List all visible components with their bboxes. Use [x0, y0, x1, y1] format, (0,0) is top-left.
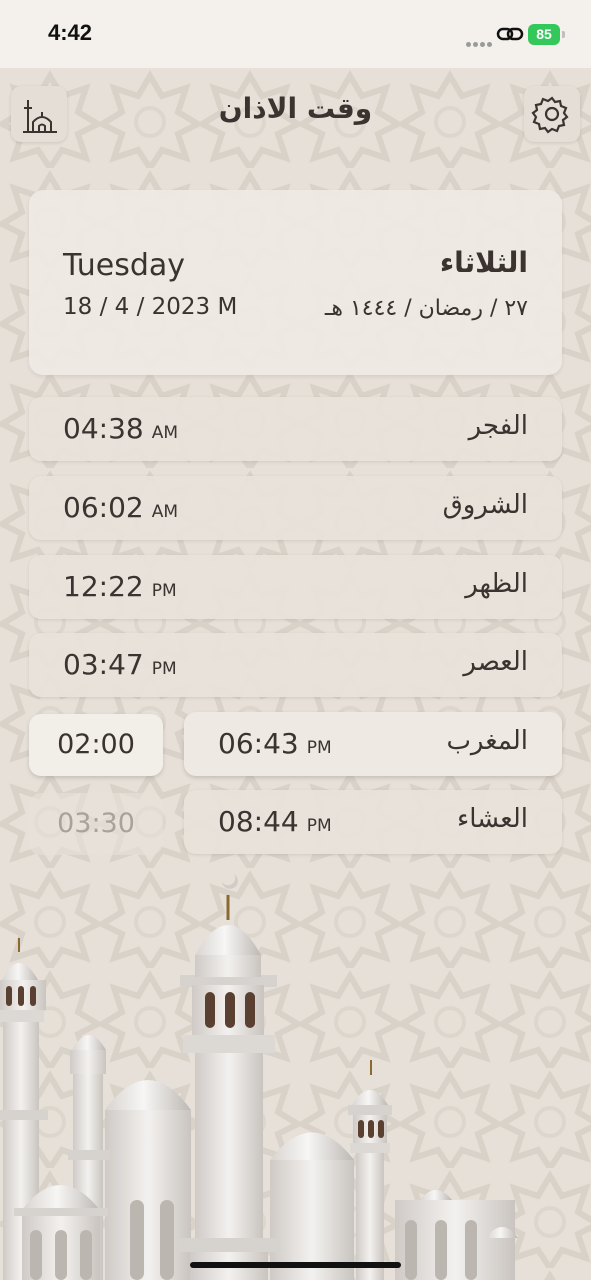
status-time: 4:42 [48, 20, 93, 45]
prayer-name: العشاء [456, 804, 528, 834]
prayer-name: الظهر [465, 569, 528, 599]
prayer-name: العصر [463, 647, 528, 677]
prayer-time: 03:47 [63, 648, 144, 681]
time-suffix: PM [151, 659, 177, 679]
prayer-row-maghrib: 06:43 PM المغرب [184, 712, 562, 776]
maghrib-countdown[interactable]: 02:00 [29, 714, 163, 776]
settings-button[interactable] [524, 86, 580, 142]
isha-countdown[interactable]: 03:30 [29, 793, 163, 855]
battery-indicator: 85 [528, 24, 560, 45]
gregorian-date: 18 / 4 / 2023 M [63, 294, 238, 320]
signal-icon [466, 32, 494, 47]
battery-tip [562, 31, 565, 38]
prayer-row-isha: 08:44 PM العشاء [184, 790, 562, 854]
prayer-time: 06:43 [218, 727, 299, 760]
prayer-row-dhuhr: 12:22 PM الظهر [29, 555, 562, 619]
prayer-name: الشروق [442, 490, 528, 520]
date-card: Tuesday 18 / 4 / 2023 M الثلاثاء ٢٧ / رم… [29, 190, 562, 375]
gregorian-day: Tuesday [63, 248, 186, 283]
prayer-time: 04:38 [63, 412, 144, 445]
link-icon [496, 27, 524, 41]
prayer-name: المغرب [446, 726, 528, 756]
time-suffix: AM [151, 502, 178, 522]
mosque-illustration [0, 874, 518, 1280]
hijri-date: ٢٧ / رمضان / ١٤٤٤ هـ [324, 296, 528, 321]
time-suffix: AM [151, 423, 178, 443]
time-suffix: PM [306, 816, 332, 836]
prayer-time: 08:44 [218, 805, 299, 838]
page-title: وقت الاذان [218, 92, 373, 125]
prayer-row-sunrise: 06:02 AM الشروق [29, 476, 562, 540]
prayer-time: 06:02 [63, 491, 144, 524]
status-bar: 4:42 85 [0, 0, 591, 68]
gear-icon [531, 96, 569, 134]
prayer-row-fajr: 04:38 AM الفجر [29, 397, 562, 461]
prayer-name: الفجر [468, 411, 528, 441]
prayer-row-asr: 03:47 PM العصر [29, 633, 562, 697]
hijri-day: الثلاثاء [439, 246, 528, 279]
prayer-time: 12:22 [63, 570, 144, 603]
home-indicator [190, 1262, 401, 1268]
time-suffix: PM [306, 738, 332, 758]
time-suffix: PM [151, 581, 177, 601]
